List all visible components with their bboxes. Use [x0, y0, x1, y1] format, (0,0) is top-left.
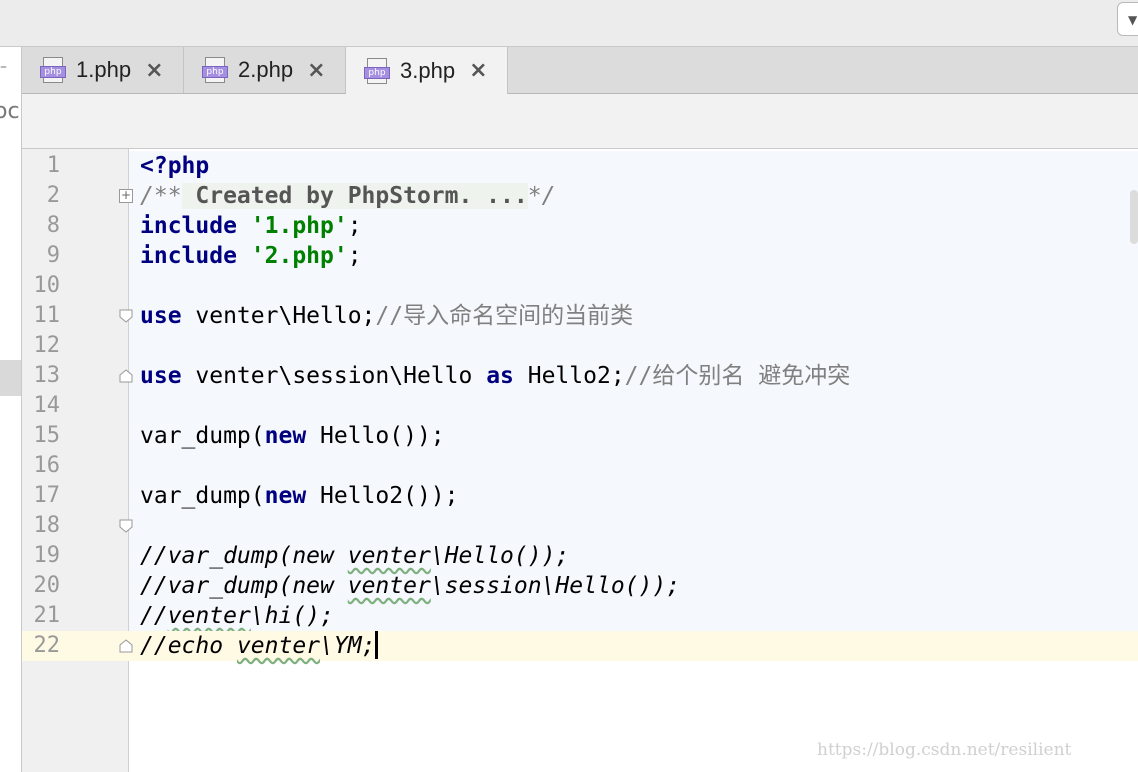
- chevron-down-icon: ▼: [1128, 13, 1138, 27]
- line-number: 18: [33, 513, 61, 538]
- keyword-use: use: [140, 363, 182, 389]
- line-number: 13: [33, 363, 61, 388]
- line-number: 8: [46, 213, 60, 238]
- php-file-icon: php: [364, 57, 390, 84]
- line-number: 11: [33, 303, 61, 328]
- typo-underline: venter: [167, 603, 251, 629]
- top-toolbar: ▼: [0, 0, 1138, 47]
- close-icon[interactable]: ×: [469, 58, 487, 83]
- string-literal: '2.php': [250, 243, 348, 269]
- typo-underline: venter: [347, 573, 431, 599]
- text-caret: [375, 631, 379, 659]
- code-line[interactable]: 21 //venter\hi();: [0, 601, 1138, 631]
- typo-underline: venter: [347, 543, 431, 569]
- tab-label: 3.php: [400, 57, 456, 83]
- line-number: 20: [33, 573, 61, 598]
- fold-end-icon[interactable]: [119, 639, 133, 653]
- code-line[interactable]: 10: [0, 271, 1138, 301]
- function-call: var_dump(: [140, 483, 265, 509]
- line-number: 16: [33, 453, 61, 478]
- code-line[interactable]: 19 //var_dump(new venter\Hello());: [0, 541, 1138, 571]
- code-line[interactable]: 8 include '1.php';: [0, 211, 1138, 241]
- keyword-use: use: [140, 303, 182, 329]
- code-line[interactable]: 13 use venter\session\Hello as Hello2;//…: [0, 361, 1138, 391]
- code-line[interactable]: 18: [0, 511, 1138, 541]
- fold-end-icon[interactable]: [119, 369, 133, 383]
- code-line[interactable]: 2 + /** Created by PhpStorm. ...*/: [0, 181, 1138, 211]
- keyword-new: new: [264, 483, 307, 509]
- code-line[interactable]: 12: [0, 331, 1138, 361]
- tab-3-php[interactable]: php 3.php ×: [346, 47, 508, 94]
- line-number: 14: [33, 393, 61, 418]
- code-line[interactable]: 9 include '2.php';: [0, 241, 1138, 271]
- close-icon[interactable]: ×: [145, 58, 163, 83]
- line-number: 15: [33, 423, 61, 448]
- navigation-bar: [22, 94, 1138, 149]
- line-number: 17: [33, 483, 61, 508]
- current-code-line[interactable]: 22 //echo venter\YM;: [22, 631, 1138, 661]
- typo-underline: venter: [236, 633, 321, 659]
- fold-start-icon[interactable]: [119, 309, 133, 323]
- line-comment: //导入命名空间的当前类: [375, 303, 634, 329]
- doc-comment-close: */: [527, 183, 556, 209]
- keyword-include: include: [140, 213, 237, 239]
- function-call: var_dump(: [140, 423, 265, 449]
- code-line[interactable]: 20 //var_dump(new venter\session\Hello()…: [0, 571, 1138, 601]
- string-literal: '1.php': [250, 213, 348, 239]
- keyword-new: new: [264, 423, 307, 449]
- line-number: 12: [33, 333, 61, 358]
- tab-label: 2.php: [238, 57, 294, 82]
- line-number: 21: [33, 603, 61, 628]
- semicolon: ;: [347, 213, 362, 239]
- code-line[interactable]: 14: [0, 391, 1138, 421]
- code-line[interactable]: 16: [0, 451, 1138, 481]
- php-file-icon: php: [202, 57, 228, 83]
- code-line[interactable]: 15 var_dump(new Hello());: [0, 421, 1138, 451]
- line-comment: //给个别名 避免冲突: [624, 363, 851, 389]
- php-file-icon: php: [40, 57, 66, 83]
- code-line[interactable]: 1 <?php: [0, 151, 1138, 181]
- line-number: 1: [46, 153, 60, 178]
- line-number: 9: [46, 243, 60, 268]
- code-line[interactable]: 11 use venter\Hello;//导入命名空间的当前类: [0, 301, 1138, 331]
- folded-doc-comment[interactable]: Created by PhpStorm. ...: [181, 183, 528, 209]
- php-open-tag: <?php: [140, 153, 210, 179]
- fold-expand-icon[interactable]: +: [119, 189, 133, 203]
- code-line[interactable]: 17 var_dump(new Hello2());: [0, 481, 1138, 511]
- fold-start-icon[interactable]: [119, 519, 133, 533]
- keyword-as: as: [486, 363, 514, 389]
- tab-2-php[interactable]: php 2.php ×: [184, 47, 346, 93]
- project-panel-label: oc: [0, 99, 20, 124]
- run-config-dropdown[interactable]: ▼: [1117, 2, 1138, 36]
- line-number: 10: [33, 273, 61, 298]
- line-number: 2: [46, 183, 60, 208]
- watermark: https://blog.csdn.net/resilient: [817, 740, 1072, 760]
- tab-1-php[interactable]: php 1.php ×: [22, 47, 184, 93]
- editor-tab-bar: php 1.php × php 2.php × php 3.php ×: [22, 47, 1138, 94]
- close-icon[interactable]: ×: [307, 58, 325, 83]
- line-number: 19: [33, 543, 61, 568]
- keyword-include: include: [140, 243, 237, 269]
- collapse-icon[interactable]: –: [0, 59, 7, 75]
- doc-comment-open: /**: [140, 183, 182, 209]
- tab-label: 1.php: [76, 57, 132, 82]
- semicolon: ;: [347, 243, 362, 269]
- line-number: 22: [33, 633, 61, 658]
